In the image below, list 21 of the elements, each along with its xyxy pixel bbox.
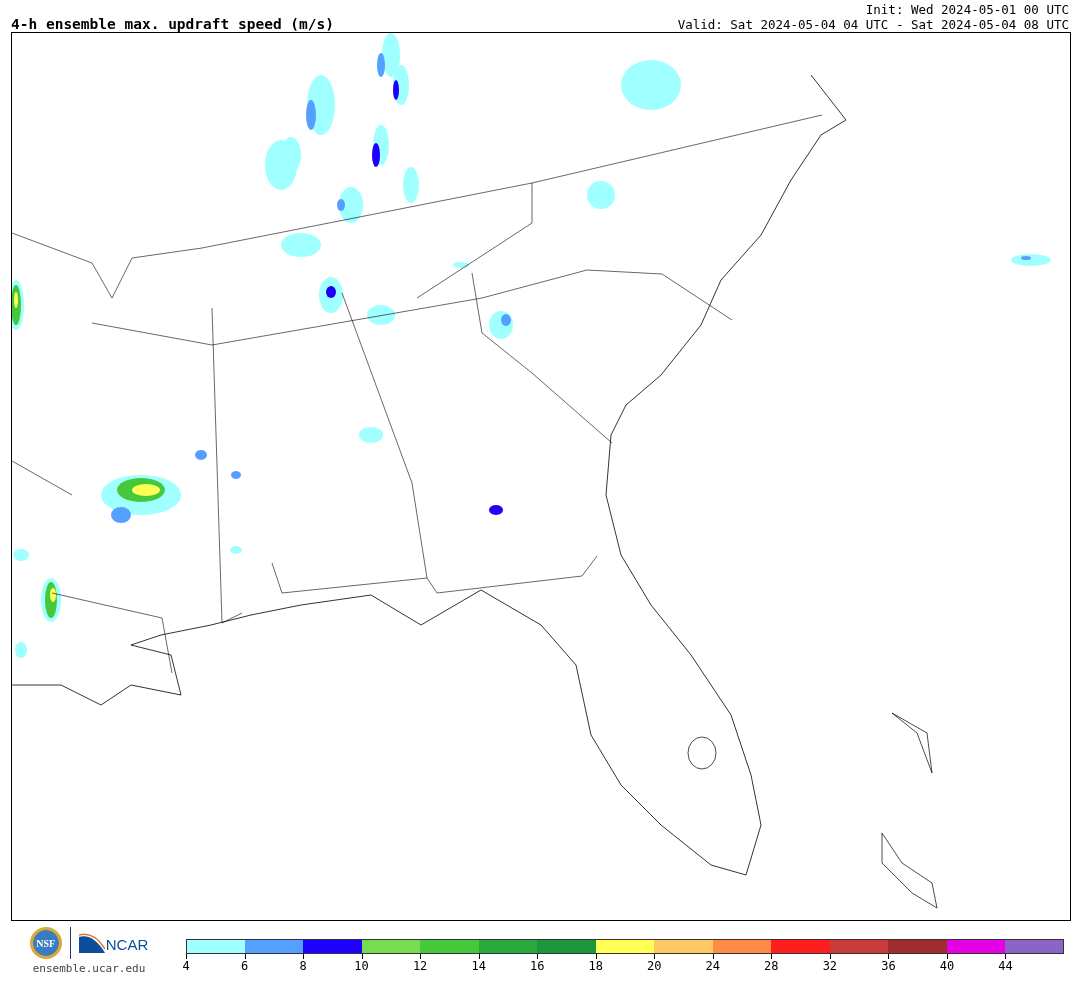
valid-time: Valid: Sat 2024-05-04 04 UTC - Sat 2024-05-04 08 UTC	[677, 17, 1069, 32]
colorbar-label: 40	[939, 959, 955, 973]
colorbar-label: 36	[881, 959, 896, 973]
nsf-logo: NSF	[29, 927, 62, 959]
colorbar-label: 28	[764, 959, 779, 973]
colorbar-label: 6	[240, 959, 249, 973]
chart-title: 4-h ensemble max. updraft speed (m/s)	[11, 16, 334, 32]
init-time: Init: Wed 2024-05-01 00 UTC	[865, 2, 1069, 17]
colorbar-label: 16	[529, 959, 545, 973]
colorbar-label: 14	[471, 959, 486, 973]
colorbar-label: 12	[412, 959, 428, 973]
colorbar-label: 32	[822, 959, 838, 973]
colorbar-label: 18	[588, 959, 603, 973]
colorbar-label: 4	[182, 959, 190, 973]
colorbar-label: 24	[705, 959, 720, 973]
ncar-logo: NCAR	[78, 933, 149, 953]
site-url: ensemble.ucar.edu	[32, 962, 146, 975]
colorbar-label: 20	[647, 959, 662, 973]
colorbar-label: 8	[299, 959, 307, 973]
colorbar-label: 10	[354, 959, 369, 973]
colorbar-label: 44	[998, 959, 1013, 973]
